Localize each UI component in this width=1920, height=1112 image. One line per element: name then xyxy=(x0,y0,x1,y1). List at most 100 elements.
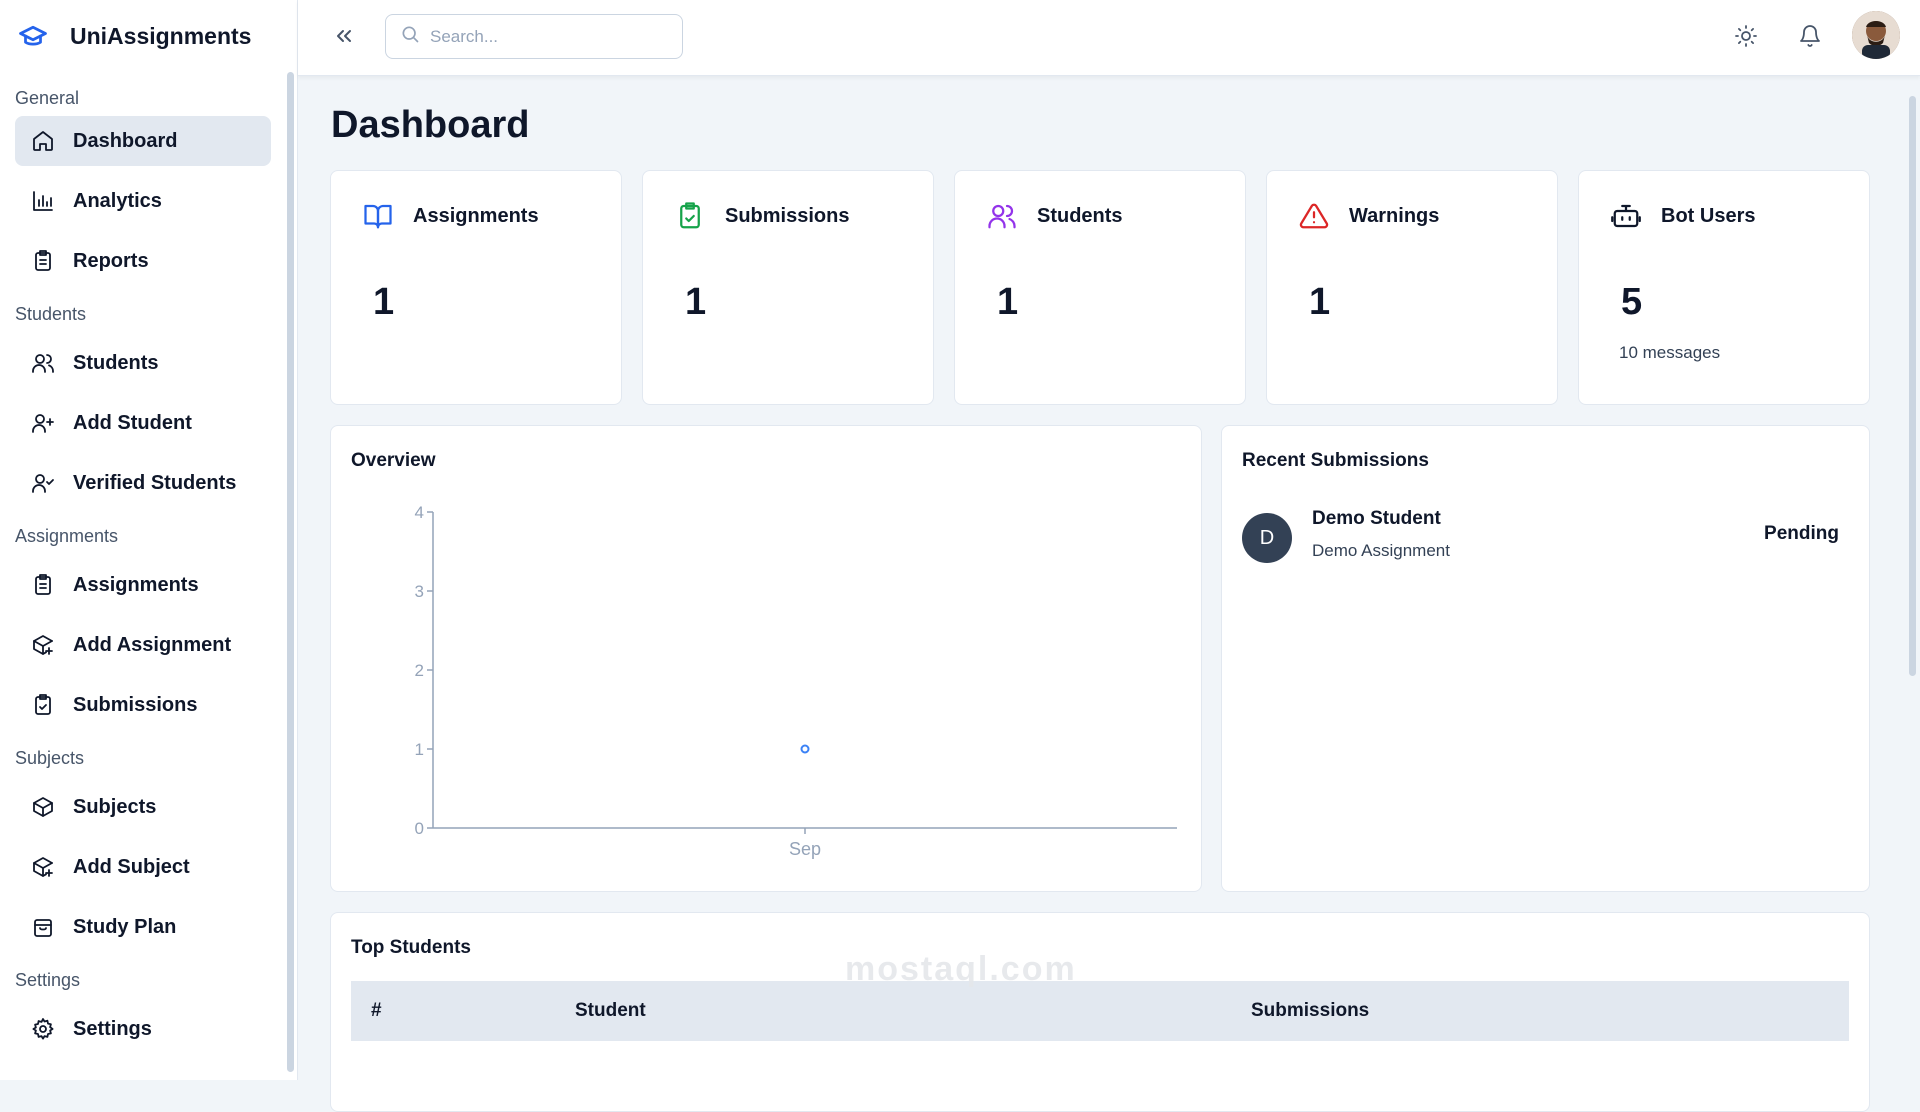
stat-card-label: Students xyxy=(1037,204,1123,227)
bot-icon xyxy=(1609,199,1643,233)
sidebar-item-label: Verified Students xyxy=(73,471,237,494)
search-input[interactable] xyxy=(428,25,672,48)
sidebar-item-settings[interactable]: Settings xyxy=(15,1004,271,1054)
users-icon xyxy=(985,199,1019,233)
nav-group-label: Students xyxy=(15,304,87,324)
collapse-sidebar-button[interactable] xyxy=(328,22,360,54)
nav-group-label: General xyxy=(15,88,80,108)
stat-card-value: 1 xyxy=(1309,281,1331,323)
sidebar-item-study-plan[interactable]: Study Plan xyxy=(15,902,271,952)
recent-submissions-card: Recent Submissions D Demo Student Demo A… xyxy=(1221,425,1870,892)
sidebar-item-label: Settings xyxy=(73,1017,152,1040)
recent-submissions-title: Recent Submissions xyxy=(1242,450,1429,471)
sidebar-item-assignments[interactable]: Assignments xyxy=(15,560,271,610)
box-icon xyxy=(29,793,57,821)
sidebar-item-label: Submissions xyxy=(73,693,198,716)
stat-card-subtext: 10 messages xyxy=(1619,343,1721,362)
sidebar-item-label: Subjects xyxy=(73,795,157,818)
package-plus-icon xyxy=(29,853,57,881)
sidebar-item-label: Assignments xyxy=(73,573,199,596)
user-plus-icon xyxy=(29,409,57,437)
bar-chart-icon xyxy=(29,187,57,215)
nav-group-label: Settings xyxy=(15,970,81,990)
theme-toggle-button[interactable] xyxy=(1730,22,1762,54)
sidebar-item-students[interactable]: Students xyxy=(15,338,271,388)
search-box[interactable] xyxy=(385,14,683,59)
sidebar-item-add-assignment[interactable]: Add Assignment xyxy=(15,620,271,670)
sidebar-nav: General Dashboard Analytics Reports Students… xyxy=(15,84,271,1054)
sidebar-item-label: Add Subject xyxy=(73,855,190,878)
sidebar-item-dashboard[interactable]: Dashboard xyxy=(15,116,271,166)
home-icon xyxy=(29,127,57,155)
users-icon xyxy=(29,349,57,377)
sidebar-item-label: Add Assignment xyxy=(73,633,232,656)
clipboard-list-icon xyxy=(29,571,57,599)
sidebar-item-label: Study Plan xyxy=(73,915,177,938)
user-avatar[interactable] xyxy=(1852,11,1900,59)
column-header-rank[interactable]: # xyxy=(371,1000,382,1022)
data-point xyxy=(800,744,810,754)
sidebar-item-label: Dashboard xyxy=(73,129,178,152)
chevrons-left-icon xyxy=(332,24,356,53)
sidebar-item-label: Analytics xyxy=(73,189,162,212)
sidebar-item-verified-students[interactable]: Verified Students xyxy=(15,458,271,508)
submission-row[interactable]: D Demo Student Demo Assignment Pending xyxy=(1242,508,1839,568)
submission-status: Pending xyxy=(1764,523,1839,544)
top-header xyxy=(298,0,1920,76)
y-tick-label: 4 xyxy=(415,503,424,522)
watermark: mostaql.com xyxy=(845,950,1077,988)
book-open-icon xyxy=(361,199,395,233)
stat-card-label: Assignments xyxy=(413,204,539,227)
stat-card-label: Warnings xyxy=(1349,204,1440,227)
sidebar-item-add-student[interactable]: Add Student xyxy=(15,398,271,448)
brand[interactable]: UniAssignments xyxy=(14,18,251,54)
nav-group-label: Assignments xyxy=(15,526,119,546)
user-check-icon xyxy=(29,469,57,497)
x-tick-label: Sep xyxy=(789,839,821,859)
stat-card-label: Bot Users xyxy=(1661,204,1756,227)
package-plus-icon xyxy=(29,631,57,659)
gear-icon xyxy=(29,1015,57,1043)
stat-card-header: Students xyxy=(985,199,1123,233)
top-students-title: Top Students xyxy=(351,937,471,958)
sidebar-item-reports[interactable]: Reports xyxy=(15,236,271,286)
y-tick-label: 3 xyxy=(415,582,424,601)
y-tick-label: 2 xyxy=(415,661,424,680)
bell-icon xyxy=(1798,24,1822,53)
stat-card-header: Warnings xyxy=(1297,199,1439,233)
sidebar-item-add-subject[interactable]: Add Subject xyxy=(15,842,271,892)
stat-card-assignments[interactable]: Assignments 1 xyxy=(330,170,622,405)
page-title: Dashboard xyxy=(331,104,530,146)
sidebar: UniAssignments General Dashboard Analytics… xyxy=(0,0,298,1080)
overview-chart: 0 1 2 3 4 Sep xyxy=(415,503,1177,859)
sidebar-item-submissions[interactable]: Submissions xyxy=(15,680,271,730)
sun-icon xyxy=(1734,24,1758,53)
column-header-submissions[interactable]: Submissions xyxy=(1251,1000,1369,1022)
sidebar-scrollbar[interactable] xyxy=(287,72,294,1072)
overview-card: Overview 0 1 2 3 4 Sep xyxy=(330,425,1202,892)
sidebar-item-label: Students xyxy=(73,351,159,374)
top-students-table-header: # Student Submissions xyxy=(351,981,1849,1041)
stat-card-warnings[interactable]: Warnings 1 xyxy=(1266,170,1558,405)
graduation-cap-icon xyxy=(14,18,54,54)
sidebar-item-analytics[interactable]: Analytics xyxy=(15,176,271,226)
stat-card-header: Assignments xyxy=(361,199,539,233)
sidebar-item-subjects[interactable]: Subjects xyxy=(15,782,271,832)
column-header-student[interactable]: Student xyxy=(575,1000,646,1022)
stat-card-students[interactable]: Students 1 xyxy=(954,170,1246,405)
clipboard-check-icon xyxy=(29,691,57,719)
stat-card-value: 1 xyxy=(373,281,395,323)
main-scrollbar[interactable] xyxy=(1909,96,1916,676)
submission-assignment-name: Demo Assignment xyxy=(1312,541,1450,560)
brand-title: UniAssignments xyxy=(70,22,252,49)
notifications-button[interactable] xyxy=(1794,22,1826,54)
sidebar-item-label: Add Student xyxy=(73,411,192,434)
submission-avatar: D xyxy=(1242,513,1292,563)
y-tick-label: 0 xyxy=(415,819,424,838)
stat-card-label: Submissions xyxy=(725,204,850,227)
sidebar-item-label: Reports xyxy=(73,249,149,272)
stat-card-bot-users[interactable]: Bot Users 5 10 messages xyxy=(1578,170,1870,405)
stat-card-header: Bot Users xyxy=(1609,199,1755,233)
stat-card-submissions[interactable]: Submissions 1 xyxy=(642,170,934,405)
search-icon xyxy=(400,24,420,49)
